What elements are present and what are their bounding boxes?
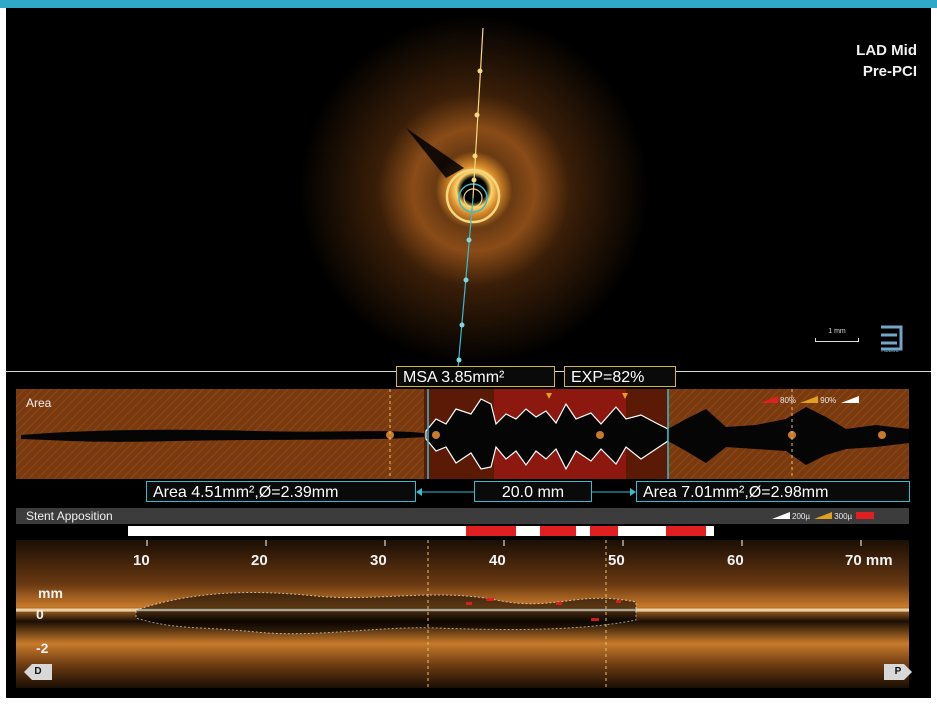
apposition-bar[interactable] — [128, 526, 714, 536]
legend-300-label: 300µ — [834, 512, 853, 522]
proximal-direction-button[interactable]: P — [884, 664, 912, 680]
oct-cross-section[interactable] — [6, 8, 931, 368]
malapposition-segment — [466, 526, 516, 536]
legend-80-label: 80% — [780, 396, 797, 406]
expansion-label[interactable]: EXP=82% — [564, 366, 676, 387]
brand-name: Abbott — [881, 348, 899, 354]
axis-tick: 40 — [489, 552, 506, 569]
scale-bar: 1 mm — [815, 328, 859, 344]
scale-bar-label: 1 mm — [828, 328, 846, 335]
area-legend: 80% 90% — [758, 396, 861, 405]
apposition-label: Stent Apposition — [26, 509, 113, 523]
length-arrow — [416, 488, 636, 496]
distal-direction-button[interactable]: D — [24, 664, 52, 680]
axis-tick: 60 — [727, 552, 744, 569]
vessel-segment-label: LAD Mid — [856, 42, 917, 59]
axis-tick: 30 — [370, 552, 387, 569]
apposition-legend: 200µ 300µ — [770, 512, 876, 521]
depth-minus-two-label: -2 — [36, 640, 49, 656]
vessel-title: LAD Mid Pre-PCI — [856, 40, 917, 82]
malapposition-segment — [590, 526, 618, 536]
proximal-reference-label[interactable]: Area 7.01mm²,Ø=2.98mm — [636, 481, 910, 502]
depth-unit-label: mm — [38, 585, 63, 601]
legend-90-label: 90% — [820, 396, 837, 406]
malapposition-segment — [666, 526, 706, 536]
msa-label[interactable]: MSA 3.85mm² — [396, 366, 555, 387]
depth-zero-label: 0 — [36, 606, 44, 622]
axis-tick: 50 — [608, 552, 625, 569]
axis-tick: 70 mm — [845, 552, 893, 569]
legend-200-label: 200µ — [792, 512, 810, 522]
distal-button-label: D — [34, 666, 42, 677]
distal-reference-label[interactable]: Area 4.51mm²,Ø=2.39mm — [146, 481, 416, 502]
axis-tick: 20 — [251, 552, 268, 569]
axis-tick: 10 — [133, 552, 150, 569]
malapposition-segment — [540, 526, 576, 536]
longitudinal-view[interactable] — [16, 540, 909, 688]
area-graph-label: Area — [26, 396, 52, 410]
window-top-strip — [0, 0, 937, 8]
proximal-button-label: P — [894, 666, 902, 677]
procedure-stage-label: Pre-PCI — [862, 63, 917, 80]
